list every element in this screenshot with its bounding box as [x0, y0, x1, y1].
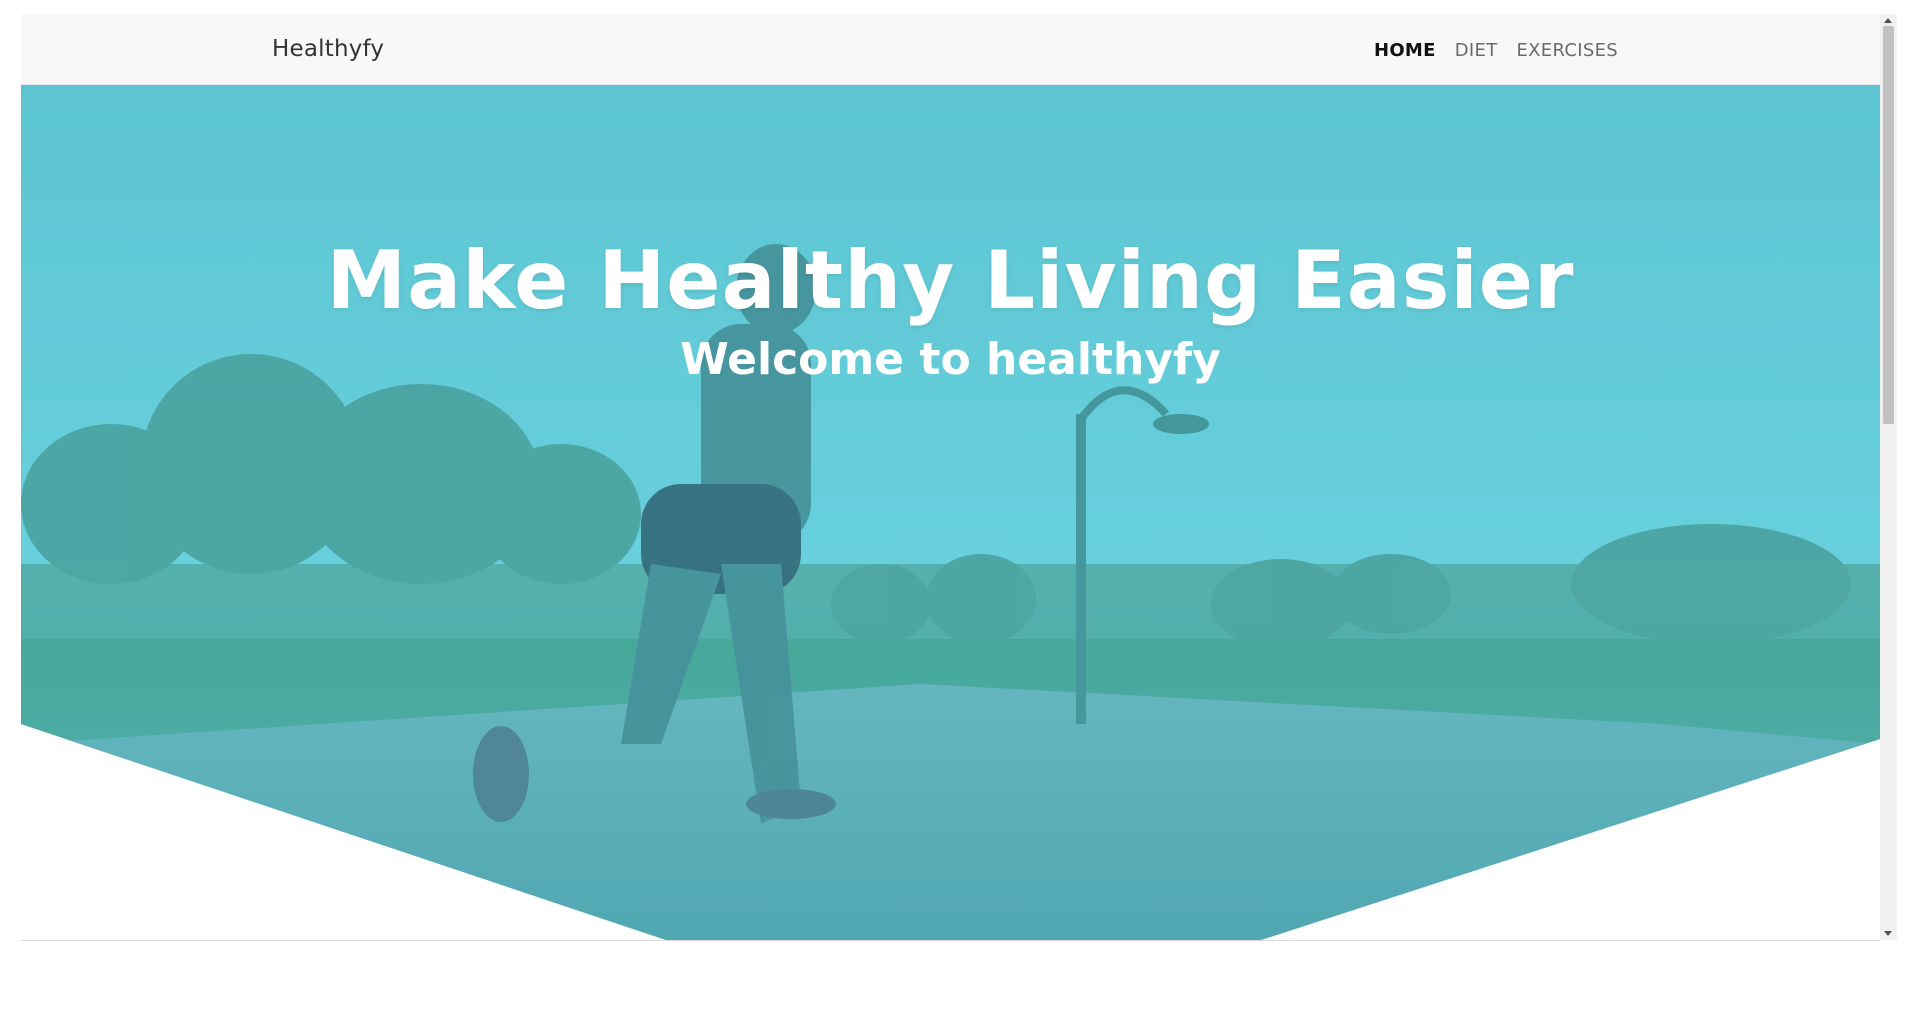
page-divider: [21, 940, 1880, 941]
hero-section: Make Healthy Living Easier Welcome to he…: [21, 84, 1880, 940]
nav-menu: HOME DIET EXERCISES: [1374, 40, 1618, 61]
nav-exercises-link[interactable]: EXERCISES: [1517, 40, 1619, 61]
navbar: Healthyfy HOME DIET EXERCISES: [21, 14, 1880, 85]
hero-subheadline: Welcome to healthyfy: [680, 334, 1221, 385]
brand-logo[interactable]: Healthyfy: [272, 36, 384, 62]
nav-home-link[interactable]: HOME: [1374, 40, 1436, 61]
vertical-scrollbar[interactable]: [1880, 14, 1897, 940]
browser-viewport: Healthyfy HOME DIET EXERCISES Make Healt…: [21, 14, 1880, 940]
hero-headline: Make Healthy Living Easier: [326, 234, 1575, 327]
scroll-up-icon[interactable]: [1884, 18, 1892, 23]
hero-background-image: [21, 84, 1880, 940]
nav-diet-link[interactable]: DIET: [1455, 40, 1498, 61]
scroll-down-icon[interactable]: [1884, 931, 1892, 936]
scroll-thumb[interactable]: [1883, 26, 1894, 424]
